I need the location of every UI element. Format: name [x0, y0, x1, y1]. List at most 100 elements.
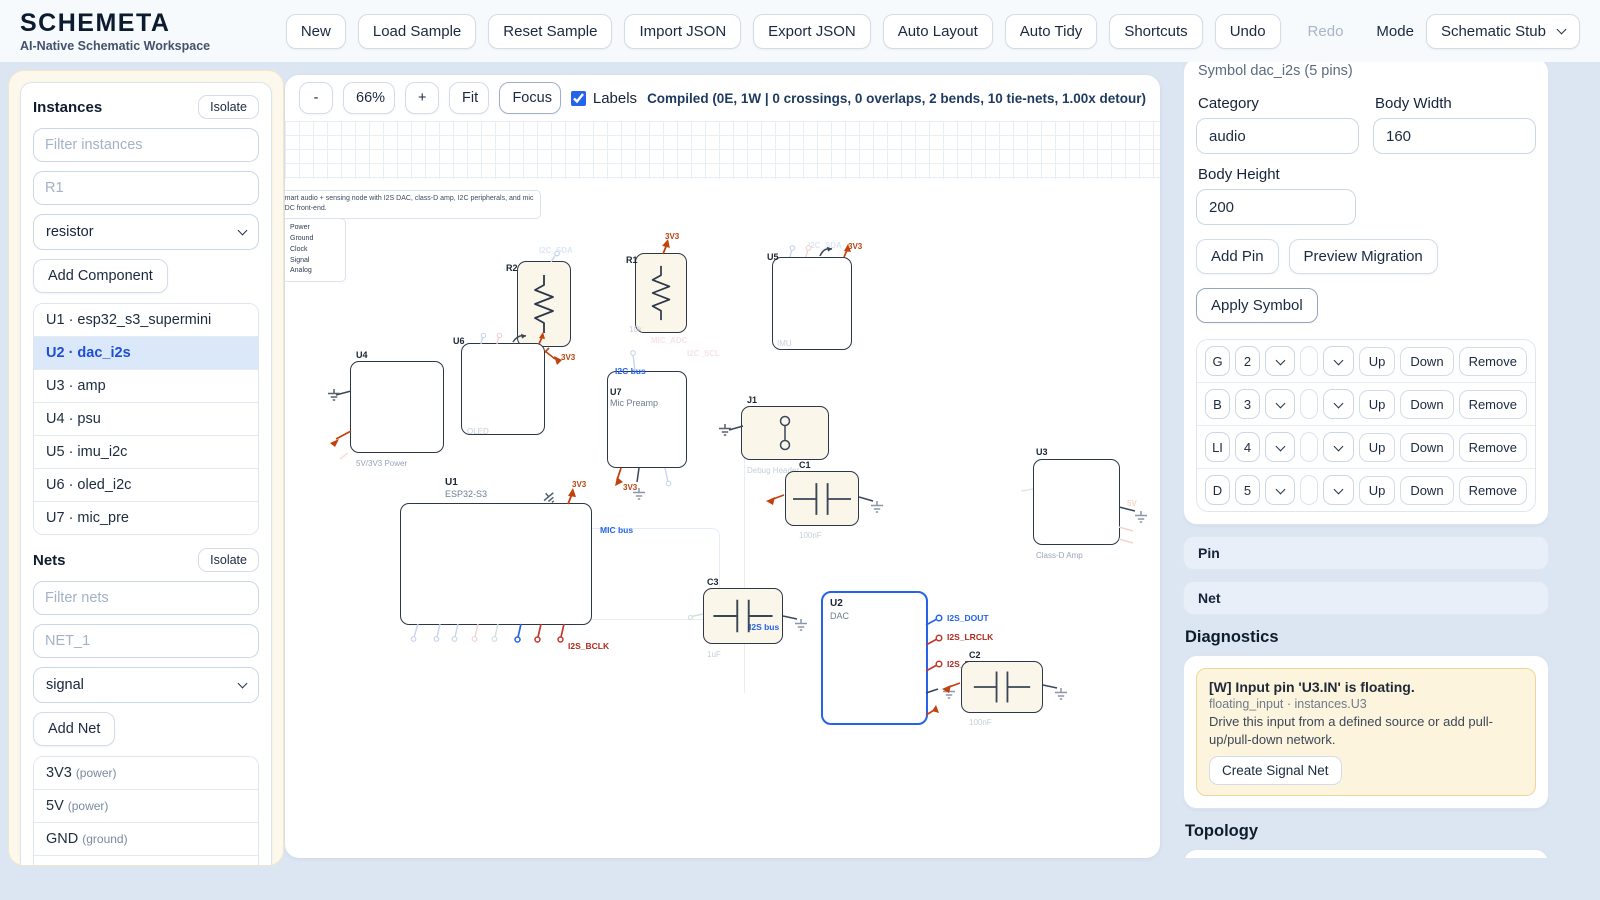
pin-name-input[interactable]	[1205, 475, 1230, 505]
preview-migration-button[interactable]: Preview Migration	[1288, 239, 1438, 274]
category-input[interactable]	[1196, 118, 1359, 154]
component-u4[interactable]: U4 5V/3V3 Power	[327, 350, 444, 468]
nets-isolate-button[interactable]: Isolate	[198, 548, 259, 572]
filter-nets-input[interactable]	[33, 581, 259, 615]
component-u3[interactable]: U3 5V Class-D Amp	[1020, 447, 1148, 560]
add-pin-button[interactable]: Add Pin	[1196, 239, 1279, 274]
instance-type-select[interactable]: resistor	[33, 214, 259, 250]
pin-up-button[interactable]: Up	[1358, 475, 1396, 505]
capacitor-body[interactable]	[961, 661, 1043, 713]
pin-name-input[interactable]	[1205, 389, 1230, 419]
fit-button[interactable]: Fit	[449, 82, 490, 114]
pin-side-select[interactable]	[1265, 432, 1296, 462]
auto-tidy-button[interactable]: Auto Tidy	[1004, 13, 1098, 49]
component-u7[interactable]: I2C bus U7 Mic Preamp 3V3	[607, 350, 687, 500]
pin-up-button[interactable]: Up	[1358, 432, 1396, 462]
mode-select[interactable]: Schematic Stub	[1425, 13, 1580, 49]
add-component-button[interactable]: Add Component	[33, 259, 168, 293]
pin-up-button[interactable]: Up	[1358, 389, 1396, 419]
import-json-button[interactable]: Import JSON	[624, 13, 742, 49]
undo-button[interactable]: Undo	[1214, 13, 1281, 49]
instance-row-u4[interactable]: U4 · psu	[34, 402, 258, 435]
component-c3[interactable]: C3 I2S bus 1uF	[687, 577, 808, 659]
pin-kind-select[interactable]	[1323, 432, 1354, 462]
component-u6[interactable]: U6 3V3 OLED	[453, 332, 575, 436]
pin-net-input[interactable]	[1300, 475, 1319, 505]
component-c1[interactable]: C1 100nF	[766, 460, 884, 540]
focus-button[interactable]: Focus	[499, 82, 561, 114]
pin-side-select[interactable]	[1265, 389, 1296, 419]
apply-symbol-button[interactable]: Apply Symbol	[1196, 288, 1318, 323]
component-u1[interactable]: U1 ESP32-S3 3V3 MIC bus I2S_BCLK	[400, 477, 633, 651]
pin-remove-button[interactable]: Remove	[1458, 475, 1527, 505]
shortcuts-button[interactable]: Shortcuts	[1109, 13, 1203, 49]
component-r1[interactable]: R1 3V3 10k MIC_ADC I2C_SCL	[626, 232, 720, 358]
instance-row-u2[interactable]: U2 · dac_i2s	[34, 336, 258, 369]
load-sample-button[interactable]: Load Sample	[357, 13, 477, 49]
ic-body[interactable]	[461, 343, 545, 435]
component-u5[interactable]: U5 I2C_SDA 3V3 IMU	[767, 241, 862, 350]
pin-net-input[interactable]	[1300, 389, 1319, 419]
pin-number-input[interactable]	[1235, 389, 1260, 419]
filter-instances-input[interactable]	[33, 128, 259, 162]
capacitor-body[interactable]	[785, 471, 859, 526]
auto-layout-button[interactable]: Auto Layout	[882, 13, 993, 49]
pin-kind-select[interactable]	[1323, 389, 1354, 419]
pin-name-input[interactable]	[1205, 432, 1230, 462]
new-instance-name-input[interactable]	[33, 171, 259, 205]
header-body[interactable]	[741, 406, 829, 460]
pin-down-button[interactable]: Down	[1400, 389, 1454, 419]
instance-row-u1[interactable]: U1 · esp32_s3_supermini	[34, 304, 258, 336]
pin-section-bar[interactable]: Pin	[1183, 536, 1549, 570]
new-net-name-input[interactable]	[33, 624, 259, 658]
instance-row-u5[interactable]: U5 · imu_i2c	[34, 435, 258, 468]
pin-side-select[interactable]	[1265, 346, 1296, 376]
create-signal-net-button[interactable]: Create Signal Net	[1209, 756, 1342, 786]
zoom-level-button[interactable]: 66%	[343, 82, 396, 114]
pin-name-input[interactable]	[1205, 346, 1230, 376]
resistor-body[interactable]	[635, 253, 687, 333]
ic-body[interactable]	[350, 361, 444, 453]
instance-row-u6[interactable]: U6 · oled_i2c	[34, 468, 258, 501]
schematic-canvas[interactable]: - 66% + Fit Focus Labels Compiled (0E, 1…	[285, 75, 1160, 858]
pin-number-input[interactable]	[1235, 432, 1260, 462]
pin-down-button[interactable]: Down	[1400, 346, 1454, 376]
pin-kind-select[interactable]	[1323, 346, 1354, 376]
pin-remove-button[interactable]: Remove	[1458, 346, 1527, 376]
net-row-i2s-bclk[interactable]: I2S_BCLK(clock)	[34, 855, 258, 865]
instances-isolate-button[interactable]: Isolate	[198, 95, 259, 119]
pin-kind-select[interactable]	[1323, 475, 1354, 505]
body-width-input[interactable]	[1373, 118, 1536, 154]
pin-net-input[interactable]	[1300, 346, 1319, 376]
body-height-input[interactable]	[1196, 189, 1356, 225]
ic-body[interactable]	[400, 503, 592, 625]
component-c2[interactable]: C2 100nF	[942, 650, 1068, 727]
pin-remove-button[interactable]: Remove	[1458, 432, 1527, 462]
capacitor-body[interactable]	[703, 588, 783, 644]
pin-number-input[interactable]	[1235, 475, 1260, 505]
ic-body[interactable]	[607, 371, 687, 468]
component-j1[interactable]: J1 Debug Header	[718, 395, 829, 475]
zoom-out-button[interactable]: -	[299, 82, 333, 114]
new-button[interactable]: New	[285, 13, 346, 49]
pin-number-input[interactable]	[1235, 346, 1260, 376]
pin-up-button[interactable]: Up	[1358, 346, 1396, 376]
instance-row-u3[interactable]: U3 · amp	[34, 369, 258, 402]
zoom-in-button[interactable]: +	[405, 82, 440, 114]
redo-button[interactable]: Redo	[1293, 14, 1359, 49]
instance-row-u7[interactable]: U7 · mic_pre	[34, 501, 258, 534]
labels-checkbox[interactable]	[570, 90, 586, 106]
labels-toggle[interactable]: Labels	[570, 90, 637, 107]
add-net-button[interactable]: Add Net	[33, 712, 116, 746]
component-u2-selected[interactable]: U2 DAC I2S_DOUT I2S_LRCLK I2S_BCLK	[821, 591, 993, 725]
net-row-3v3[interactable]: 3V3 (power)	[34, 757, 258, 789]
net-row-gnd[interactable]: GND (ground)	[34, 822, 258, 855]
export-json-button[interactable]: Export JSON	[753, 13, 871, 49]
pin-side-select[interactable]	[1265, 475, 1296, 505]
pin-down-button[interactable]: Down	[1400, 432, 1454, 462]
pin-net-input[interactable]	[1300, 432, 1319, 462]
pin-remove-button[interactable]: Remove	[1458, 389, 1527, 419]
net-type-select[interactable]: signal	[33, 667, 259, 703]
reset-sample-button[interactable]: Reset Sample	[488, 13, 613, 49]
ic-body[interactable]	[772, 257, 852, 350]
